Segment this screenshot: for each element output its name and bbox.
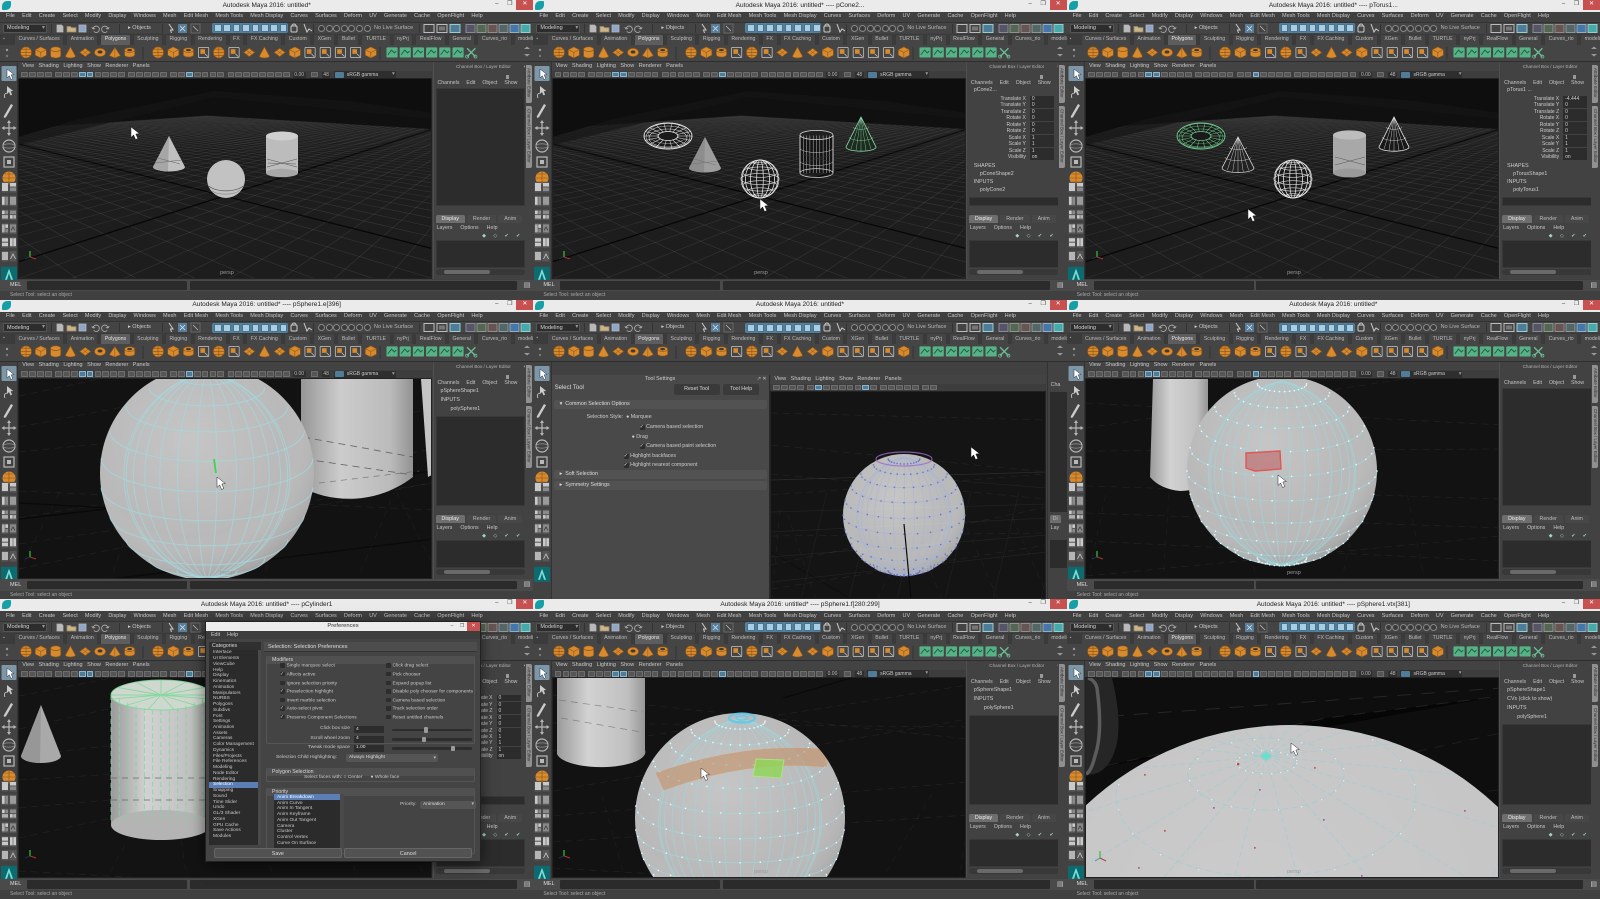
svg-text:persp: persp: [220, 270, 234, 276]
svg-text:persp: persp: [1287, 869, 1301, 875]
svg-text:persp: persp: [754, 270, 768, 276]
svg-text:persp: persp: [1287, 270, 1301, 276]
svg-text:persp: persp: [1287, 570, 1301, 576]
svg-text:persp: persp: [220, 570, 234, 576]
svg-text:persp: persp: [754, 869, 768, 875]
